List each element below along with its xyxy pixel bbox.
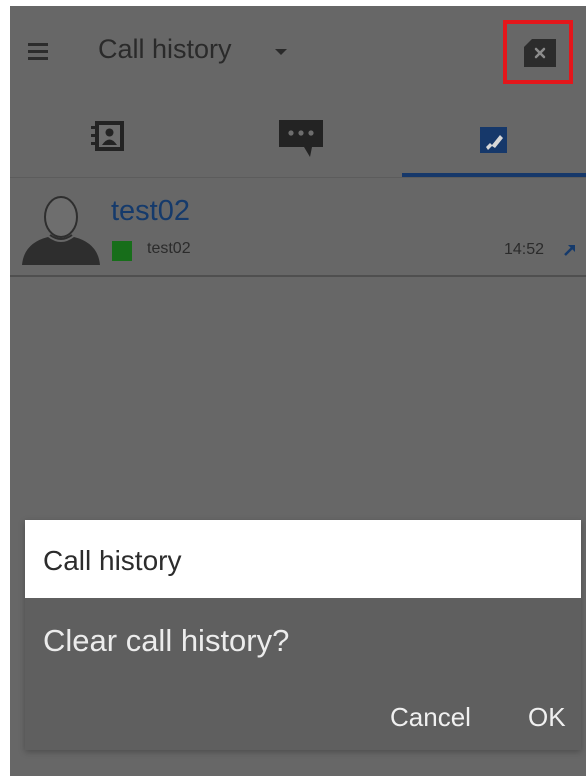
clear-history-dialog: Call history Clear call history? Cancel … — [25, 520, 581, 750]
app-screen: Call history test02 test02 14:52 Call hi… — [10, 6, 586, 776]
tab-chat[interactable] — [206, 101, 402, 175]
dialog-title: Call history — [43, 545, 182, 576]
presence-indicator — [112, 241, 132, 261]
contact-subtitle: test02 — [147, 240, 191, 257]
app-bar: Call history — [10, 6, 586, 101]
contacts-icon — [91, 121, 124, 151]
clear-history-icon — [524, 39, 556, 67]
cancel-button[interactable]: Cancel — [390, 702, 471, 733]
avatar-icon — [22, 196, 100, 265]
tab-bar — [10, 101, 586, 179]
call-history-item[interactable]: test02 test02 14:52 — [10, 179, 586, 275]
outgoing-call-icon — [564, 245, 575, 256]
tab-call-history[interactable] — [402, 101, 586, 175]
menu-icon[interactable] — [28, 43, 48, 60]
chat-icon — [279, 120, 323, 157]
page-title[interactable]: Call history — [98, 34, 232, 65]
dialog-header: Call history — [25, 520, 581, 598]
dialog-message: Clear call history? — [43, 623, 290, 658]
call-time: 14:52 — [504, 241, 545, 258]
divider — [10, 177, 586, 178]
divider — [10, 275, 586, 277]
dropdown-icon[interactable] — [275, 49, 287, 55]
clear-history-button[interactable] — [503, 20, 573, 84]
tab-contacts[interactable] — [10, 101, 206, 175]
call-history-icon — [480, 127, 507, 153]
contact-name: test02 — [111, 195, 190, 227]
ok-button[interactable]: OK — [528, 702, 566, 733]
